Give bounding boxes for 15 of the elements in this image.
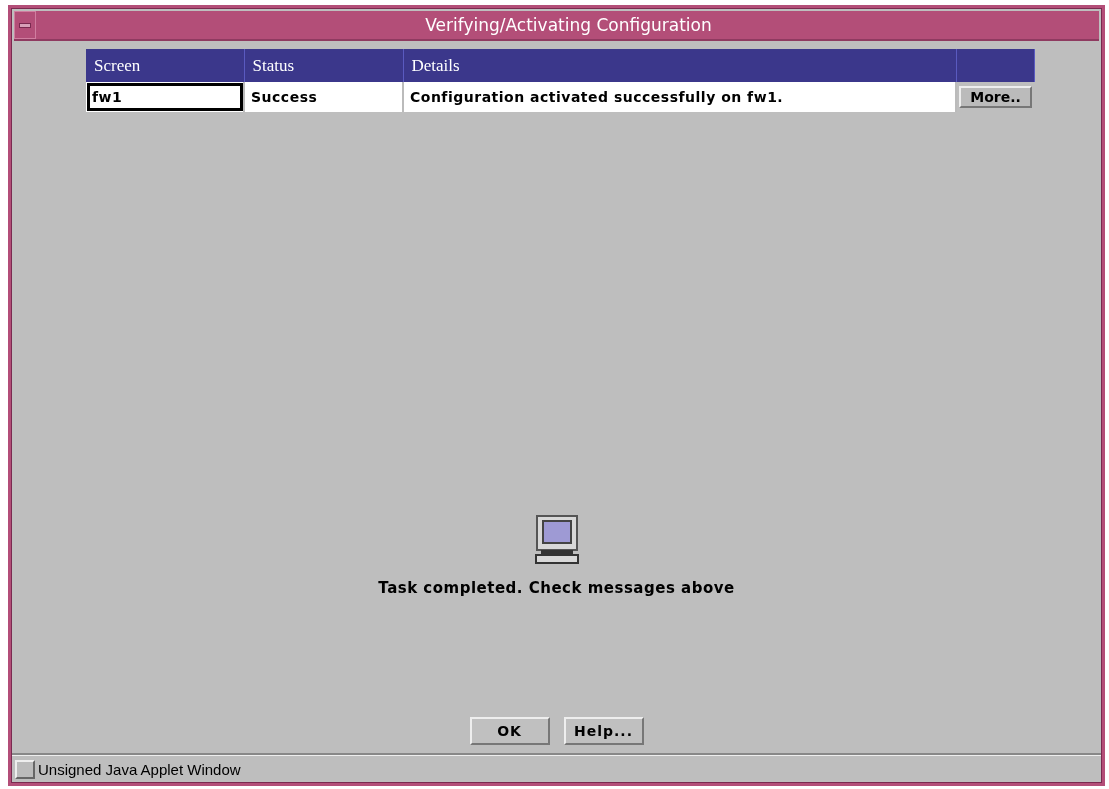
details-cell: Configuration activated successfully on fw1. — [403, 82, 956, 112]
column-header: Status — [244, 49, 403, 82]
dialog-button[interactable]: Help... — [563, 717, 644, 745]
computer-icon — [534, 515, 579, 565]
window-title: Verifying/Activating Configuration — [424, 14, 713, 37]
more-button[interactable]: More.. — [959, 86, 1032, 108]
window-menu-button[interactable] — [14, 11, 36, 39]
screen-cell: fw1 — [86, 82, 244, 112]
status-cell: Success — [244, 82, 403, 112]
column-header: Details — [403, 49, 956, 82]
dialog-button[interactable]: OK — [469, 717, 550, 745]
applet-indicator-icon — [15, 759, 35, 779]
status-bar-text: Unsigned Java Applet Window — [38, 760, 241, 778]
status-message: Task completed. Check messages above — [378, 579, 735, 597]
column-header: Screen — [86, 49, 244, 82]
